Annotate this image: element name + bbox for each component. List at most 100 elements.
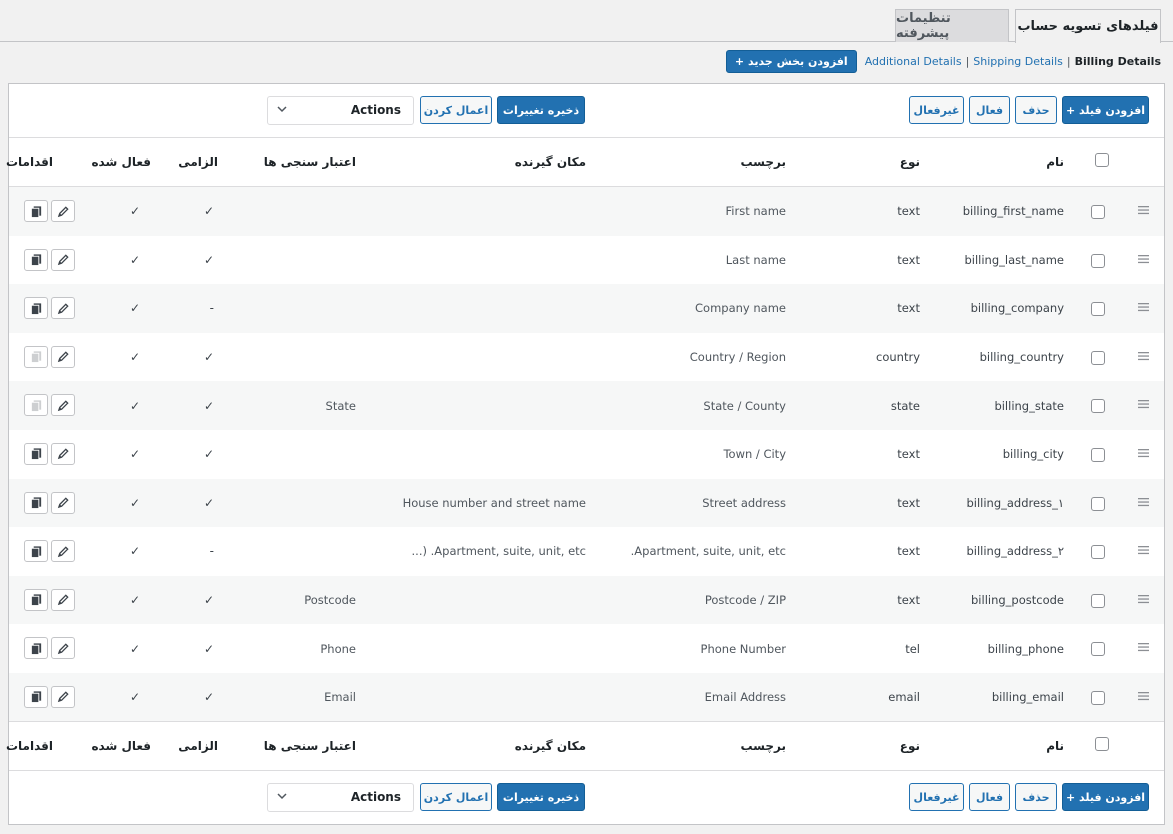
enable-button[interactable]: فعال	[969, 96, 1010, 124]
col-actions: اقدامات	[5, 155, 53, 169]
field-type: text	[897, 544, 920, 559]
disable-button[interactable]: غیرفعال	[909, 96, 964, 124]
edit-button[interactable]	[51, 200, 75, 222]
select-all-checkbox[interactable]	[1095, 153, 1109, 167]
enabled-mark: ✓	[129, 593, 140, 608]
drag-handle-icon[interactable]	[1138, 496, 1149, 506]
pencil-icon	[57, 302, 70, 315]
edit-button[interactable]	[51, 588, 75, 611]
col-placeholder: مکان گیرنده	[514, 155, 586, 169]
drag-handle-icon[interactable]	[1138, 398, 1149, 409]
row-checkbox[interactable]	[1091, 642, 1105, 657]
drag-handle-icon[interactable]	[1138, 204, 1149, 215]
drag-handle-icon[interactable]	[1138, 447, 1149, 458]
copy-button[interactable]	[24, 442, 48, 465]
drag-handle-icon[interactable]	[1138, 690, 1149, 701]
enable-button-bottom[interactable]: فعال	[969, 783, 1010, 811]
edit-button[interactable]	[51, 442, 75, 465]
disable-button-bottom[interactable]: غیرفعال	[909, 783, 964, 811]
copy-button[interactable]	[24, 588, 48, 611]
edit-button[interactable]	[51, 297, 75, 320]
copy-button[interactable]	[24, 540, 48, 563]
tab-checkout-fields[interactable]: فیلدهای تسویه حساب	[1015, 9, 1161, 43]
separator: |	[965, 54, 970, 68]
add-field-button[interactable]: + افزودن فیلد	[1062, 96, 1149, 124]
field-label: Country / Region	[689, 350, 786, 365]
enabled-mark: ✓	[129, 301, 140, 316]
drag-handle-icon[interactable]	[1138, 593, 1149, 603]
row-checkbox[interactable]	[1091, 205, 1105, 219]
row-checkbox[interactable]	[1091, 593, 1105, 608]
required-mark: ✓	[203, 641, 214, 656]
enabled-mark: ✓	[129, 641, 140, 656]
field-name: billing_postcode	[971, 593, 1064, 608]
drag-handle-icon[interactable]	[1138, 301, 1149, 312]
tab-advanced-settings[interactable]: تنظیمات پیشرفته	[895, 9, 1009, 42]
copy-icon	[30, 447, 43, 461]
table-header: نام نوع برچسب مکان گیرنده اعتبار سنجی ها…	[5, 138, 1164, 187]
chevron-down-icon	[277, 793, 287, 800]
copy-button[interactable]	[24, 491, 48, 514]
drag-handle-icon[interactable]	[1138, 253, 1149, 263]
col-required: الزامی	[178, 155, 218, 169]
copy-button[interactable]	[24, 248, 48, 271]
copy-button[interactable]	[24, 637, 48, 660]
field-type: country	[876, 350, 920, 365]
required-mark: -	[209, 544, 214, 559]
fields-panel: + افزودن فیلد حذف فعال غیرفعال ذخیره تغی…	[5, 83, 1165, 825]
table-row: billing_phone tel Phone Number Phone ✓ ✓	[9, 624, 1164, 673]
apply-button-bottom[interactable]: اعمال کردن	[420, 783, 492, 811]
edit-button[interactable]	[51, 345, 75, 368]
col-label: برچسب	[740, 739, 786, 753]
row-checkbox[interactable]	[1091, 399, 1105, 414]
edit-button[interactable]	[51, 685, 75, 708]
add-section-button[interactable]: + افزودن بخش جدید	[725, 49, 857, 73]
section-link-shipping[interactable]: Shipping Details	[973, 55, 1063, 68]
edit-button[interactable]	[51, 248, 75, 271]
edit-button[interactable]	[51, 637, 75, 660]
table-row: billing_first_name text First name ✓ ✓	[9, 187, 1164, 236]
row-checkbox[interactable]	[1091, 545, 1105, 560]
row-checkbox[interactable]	[1091, 690, 1105, 705]
edit-button[interactable]	[51, 540, 75, 563]
row-checkbox[interactable]	[1091, 496, 1105, 511]
delete-button-bottom[interactable]: حذف	[1015, 783, 1057, 811]
drag-handle-icon[interactable]	[1138, 350, 1149, 360]
table-row: billing_postcode text Postcode / ZIP Postco…	[9, 575, 1164, 625]
table-row: billing_email email Email Address Email ✓ ✓	[9, 672, 1164, 722]
section-link-billing[interactable]: Billing Details	[1075, 55, 1161, 68]
field-validation: State	[325, 398, 356, 413]
col-required: الزامی	[178, 739, 218, 753]
bulk-actions-select[interactable]: Actions	[267, 96, 414, 125]
copy-button[interactable]	[24, 200, 48, 222]
copy-icon	[30, 205, 43, 218]
select-all-checkbox-bottom[interactable]	[1095, 737, 1109, 751]
save-changes-button-bottom[interactable]: ذخیره تغییرات	[497, 783, 585, 811]
pencil-icon	[57, 253, 70, 266]
col-actions: اقدامات	[5, 739, 53, 753]
pencil-icon	[57, 642, 70, 655]
field-name: billing_address_۲	[966, 544, 1064, 559]
row-checkbox[interactable]	[1091, 350, 1105, 365]
drag-handle-icon[interactable]	[1138, 641, 1149, 652]
bulk-actions-select-bottom[interactable]: Actions	[267, 783, 414, 812]
edit-button[interactable]	[51, 491, 75, 514]
enabled-mark: ✓	[129, 398, 140, 413]
table-row: billing_address_۲ text .Apartment, suite, …	[9, 527, 1164, 576]
enabled-mark: ✓	[129, 495, 140, 510]
section-link-additional[interactable]: Additional Details	[865, 55, 962, 68]
row-checkbox[interactable]	[1091, 447, 1105, 462]
row-checkbox[interactable]	[1091, 253, 1105, 268]
drag-handle-icon[interactable]	[1138, 544, 1149, 555]
save-changes-button[interactable]: ذخیره تغییرات	[497, 96, 585, 124]
copy-button[interactable]	[24, 297, 48, 320]
delete-button[interactable]: حذف	[1015, 96, 1057, 124]
apply-button[interactable]: اعمال کردن	[420, 96, 492, 124]
col-type: نوع	[899, 155, 920, 169]
add-field-button-bottom[interactable]: + افزودن فیلد	[1062, 783, 1149, 811]
copy-button[interactable]	[24, 685, 48, 708]
row-checkbox[interactable]	[1091, 302, 1105, 317]
required-mark: -	[209, 301, 214, 316]
edit-button[interactable]	[51, 394, 75, 417]
copy-button	[24, 394, 48, 417]
